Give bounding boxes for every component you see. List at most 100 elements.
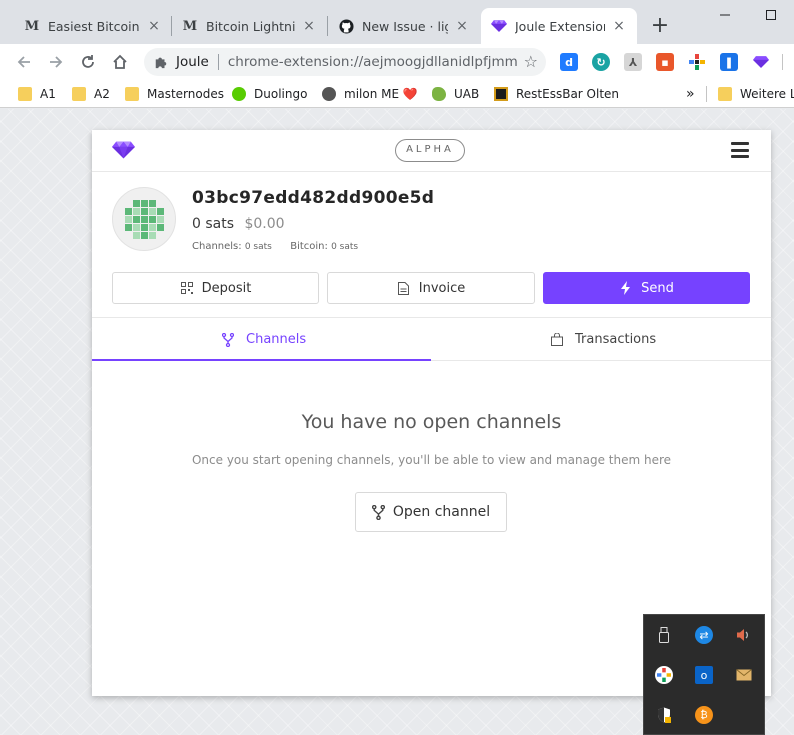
tab-title: New Issue · lightn bbox=[362, 18, 448, 34]
bookmark-a2[interactable]: A2 bbox=[72, 85, 110, 103]
mail-icon[interactable] bbox=[735, 666, 753, 684]
bookmark-label: RestEssBar Olten bbox=[516, 87, 620, 101]
puzzle-icon bbox=[155, 57, 167, 69]
menu-icon[interactable] bbox=[731, 142, 749, 158]
forward-button[interactable] bbox=[44, 50, 68, 74]
browser-tab-active[interactable]: Joule Extension × bbox=[481, 8, 637, 44]
omnibox-divider bbox=[217, 54, 219, 70]
bookmark-other[interactable]: Weitere Le bbox=[718, 85, 794, 103]
balance: 0 sats $0.00 bbox=[192, 216, 285, 232]
balance-sats: 0 sats bbox=[192, 216, 235, 232]
send-button[interactable]: Send bbox=[543, 272, 750, 304]
identicon bbox=[124, 199, 164, 239]
extension-sync-icon[interactable]: ↻ bbox=[592, 53, 610, 71]
empty-state-title: You have no open channels bbox=[301, 411, 562, 433]
shopping-bag-icon bbox=[551, 333, 563, 346]
bookmark-a1[interactable]: A1 bbox=[18, 85, 56, 103]
bookmark-label: UAB bbox=[454, 87, 480, 101]
bookmark-restessbar[interactable]: RestEssBar Olten bbox=[494, 85, 619, 103]
tab-transactions[interactable]: Transactions bbox=[551, 318, 656, 361]
bookmarks-divider bbox=[706, 86, 707, 102]
bookmark-duolingo[interactable]: Duolingo bbox=[232, 85, 307, 103]
invoice-button[interactable]: Invoice bbox=[327, 272, 535, 304]
bitcoin-icon[interactable]: ₿ bbox=[695, 706, 713, 724]
node-pubkey[interactable]: 03bc97edd482dd900e5d bbox=[192, 188, 434, 208]
invoice-label: Invoice bbox=[418, 280, 466, 296]
bookmarks-bar: A1 A2 Masternodes Duolingo milon ME ❤️ U… bbox=[0, 80, 794, 108]
close-icon[interactable]: × bbox=[454, 18, 470, 34]
arrow-right-icon bbox=[50, 56, 63, 68]
channels-balance-label: Channels: bbox=[192, 241, 242, 252]
new-tab-button[interactable]: + bbox=[648, 14, 672, 38]
bitcoin-balance-value: 0 sats bbox=[331, 242, 359, 252]
home-icon bbox=[113, 54, 127, 69]
close-icon[interactable]: × bbox=[611, 18, 627, 34]
arrow-left-icon bbox=[17, 56, 30, 68]
browser-tab-3[interactable]: New Issue · lightn × bbox=[328, 8, 480, 44]
system-tray-overflow: ⇄ o ₿ bbox=[643, 614, 765, 735]
avatar bbox=[112, 187, 176, 251]
browser-tab-2[interactable]: M Bitcoin Lightning × bbox=[172, 8, 327, 44]
joule-gem-icon bbox=[491, 18, 507, 34]
folder-icon bbox=[18, 87, 32, 101]
pinwheel-tray-icon[interactable] bbox=[655, 666, 673, 684]
tab-channels[interactable]: Channels bbox=[222, 318, 306, 361]
medium-icon: M bbox=[182, 18, 198, 34]
extension-joule-icon[interactable] bbox=[752, 53, 770, 71]
extension-bookmark-icon[interactable]: ❚ bbox=[720, 53, 738, 71]
bookmark-star-icon[interactable]: ☆ bbox=[524, 52, 538, 71]
browser-tab-1[interactable]: M Easiest Bitcoin Lig × bbox=[14, 8, 172, 44]
back-button[interactable] bbox=[12, 50, 36, 74]
extension-d-icon[interactable]: d bbox=[560, 53, 578, 71]
bookmark-label: A1 bbox=[40, 87, 56, 101]
reload-icon bbox=[82, 55, 94, 68]
tab-title: Easiest Bitcoin Lig bbox=[48, 18, 140, 34]
medium-icon: M bbox=[24, 18, 40, 34]
fork-icon bbox=[222, 332, 234, 347]
bookmark-label: milon ME ❤️ bbox=[344, 87, 418, 101]
bookmark-masternodes[interactable]: Masternodes bbox=[125, 85, 224, 103]
bookmark-label: A2 bbox=[94, 87, 110, 101]
address-bar[interactable]: Joule chrome-extension://aejmoogjdllanid… bbox=[144, 48, 546, 76]
deposit-button[interactable]: Deposit bbox=[112, 272, 319, 304]
send-label: Send bbox=[641, 280, 674, 296]
sub-balances: Channels: 0 sats Bitcoin: 0 sats bbox=[192, 241, 358, 252]
speaker-icon[interactable] bbox=[735, 626, 753, 644]
bookmark-uab[interactable]: UAB bbox=[432, 85, 479, 103]
bookmarks-overflow-button[interactable]: » bbox=[686, 85, 695, 103]
tab-transactions-label: Transactions bbox=[575, 332, 657, 347]
open-channel-label: Open channel bbox=[392, 504, 491, 520]
active-tab-indicator bbox=[92, 359, 431, 361]
browser-toolbar: Joule chrome-extension://aejmoogjdllanid… bbox=[0, 44, 794, 80]
fork-icon bbox=[371, 504, 385, 520]
bookmark-milon[interactable]: milon ME ❤️ bbox=[322, 85, 418, 103]
extension-pinwheel-icon[interactable] bbox=[688, 53, 706, 71]
bookmark-label: Duolingo bbox=[254, 87, 308, 101]
extension-office-icon[interactable]: ▪ bbox=[656, 53, 674, 71]
tab-title: Joule Extension bbox=[515, 18, 605, 34]
joule-logo-icon bbox=[112, 140, 135, 164]
extension-pdf-icon[interactable]: ⅄ bbox=[624, 53, 642, 71]
open-channel-button[interactable]: Open channel bbox=[355, 492, 507, 532]
url-text[interactable]: chrome-extension://aejmoogjdllanidlpfjmm… bbox=[228, 54, 518, 70]
close-icon[interactable]: × bbox=[146, 18, 162, 34]
bookmark-label: Masternodes bbox=[147, 87, 224, 101]
popup-tabs: Channels Transactions bbox=[92, 317, 771, 361]
file-text-icon bbox=[397, 281, 411, 295]
close-icon[interactable]: × bbox=[301, 18, 317, 34]
teamviewer-icon[interactable]: ⇄ bbox=[695, 626, 713, 644]
lightning-icon bbox=[619, 281, 633, 295]
joule-popup: ALPHA 03bc97edd482dd900e5d 0 sats $0.00 … bbox=[92, 130, 771, 696]
tab-channels-label: Channels bbox=[246, 332, 307, 347]
usb-drive-icon[interactable] bbox=[655, 626, 673, 644]
minimize-button[interactable] bbox=[702, 0, 748, 30]
home-button[interactable] bbox=[108, 50, 132, 74]
security-shield-icon[interactable] bbox=[655, 706, 673, 724]
maximize-button[interactable] bbox=[748, 0, 794, 30]
alpha-badge: ALPHA bbox=[395, 139, 465, 162]
restaurant-icon bbox=[494, 87, 508, 101]
reload-button[interactable] bbox=[76, 50, 100, 74]
github-icon bbox=[338, 18, 354, 34]
popup-header: ALPHA bbox=[92, 130, 771, 172]
outlook-icon[interactable]: o bbox=[695, 666, 713, 684]
